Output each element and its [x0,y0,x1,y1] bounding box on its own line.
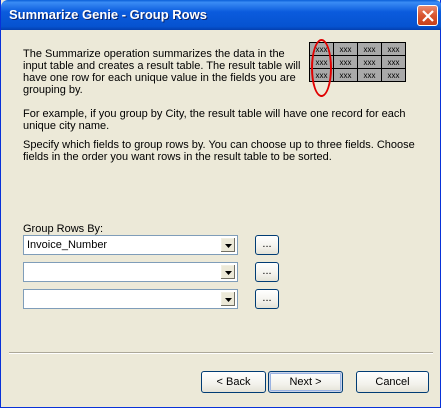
group-rows-illustration: xxx xxx xxx xxx xxx xxx xxx xxx xxx xxx … [309,39,409,102]
group-field-3-dropdown-button[interactable] [220,291,236,307]
description-intro: The Summarize operation summarizes the d… [23,48,301,96]
illustration-cell: xxx [381,42,406,56]
dialog-content: The Summarize operation summarizes the d… [1,30,440,407]
close-button[interactable] [417,5,438,26]
illustration-cell: xxx [381,68,406,82]
illustration-cell: xxx [333,55,358,69]
cancel-button[interactable]: Cancel [356,371,429,393]
group-rows-label: Group Rows By: [23,223,104,235]
group-field-2-select[interactable] [23,262,238,282]
group-field-1-dropdown-button[interactable] [220,237,236,253]
column-highlight-oval [311,39,332,97]
group-field-1-value: Invoice_Number [27,239,108,251]
illustration-cell: xxx [357,55,382,69]
title-bar: Summarize Genie - Group Rows [1,0,441,30]
description-example: For example, if you group by City, the r… [23,108,406,132]
chevron-down-icon [225,244,232,248]
group-field-3-browse-button[interactable]: ... [255,289,279,309]
group-field-2-browse-button[interactable]: ... [255,262,279,282]
group-field-2-dropdown-button[interactable] [220,264,236,280]
illustration-cell: xxx [333,68,358,82]
group-field-1-browse-button[interactable]: ... [255,235,279,255]
group-field-3-select[interactable] [23,289,238,309]
close-icon [422,10,434,22]
illustration-cell: xxx [357,42,382,56]
chevron-down-icon [225,271,232,275]
illustration-cell: xxx [333,42,358,56]
chevron-down-icon [225,298,232,302]
window-title: Summarize Genie - Group Rows [9,7,207,22]
illustration-cell: xxx [381,55,406,69]
button-separator [9,352,433,354]
summarize-genie-window: Summarize Genie - Group Rows The Summari… [0,0,441,408]
back-button[interactable]: < Back [201,371,266,393]
description-instructions: Specify which fields to group rows by. Y… [23,139,415,163]
group-field-1-select[interactable]: Invoice_Number [23,235,238,255]
illustration-cell: xxx [357,68,382,82]
next-button[interactable]: Next > [268,371,343,393]
